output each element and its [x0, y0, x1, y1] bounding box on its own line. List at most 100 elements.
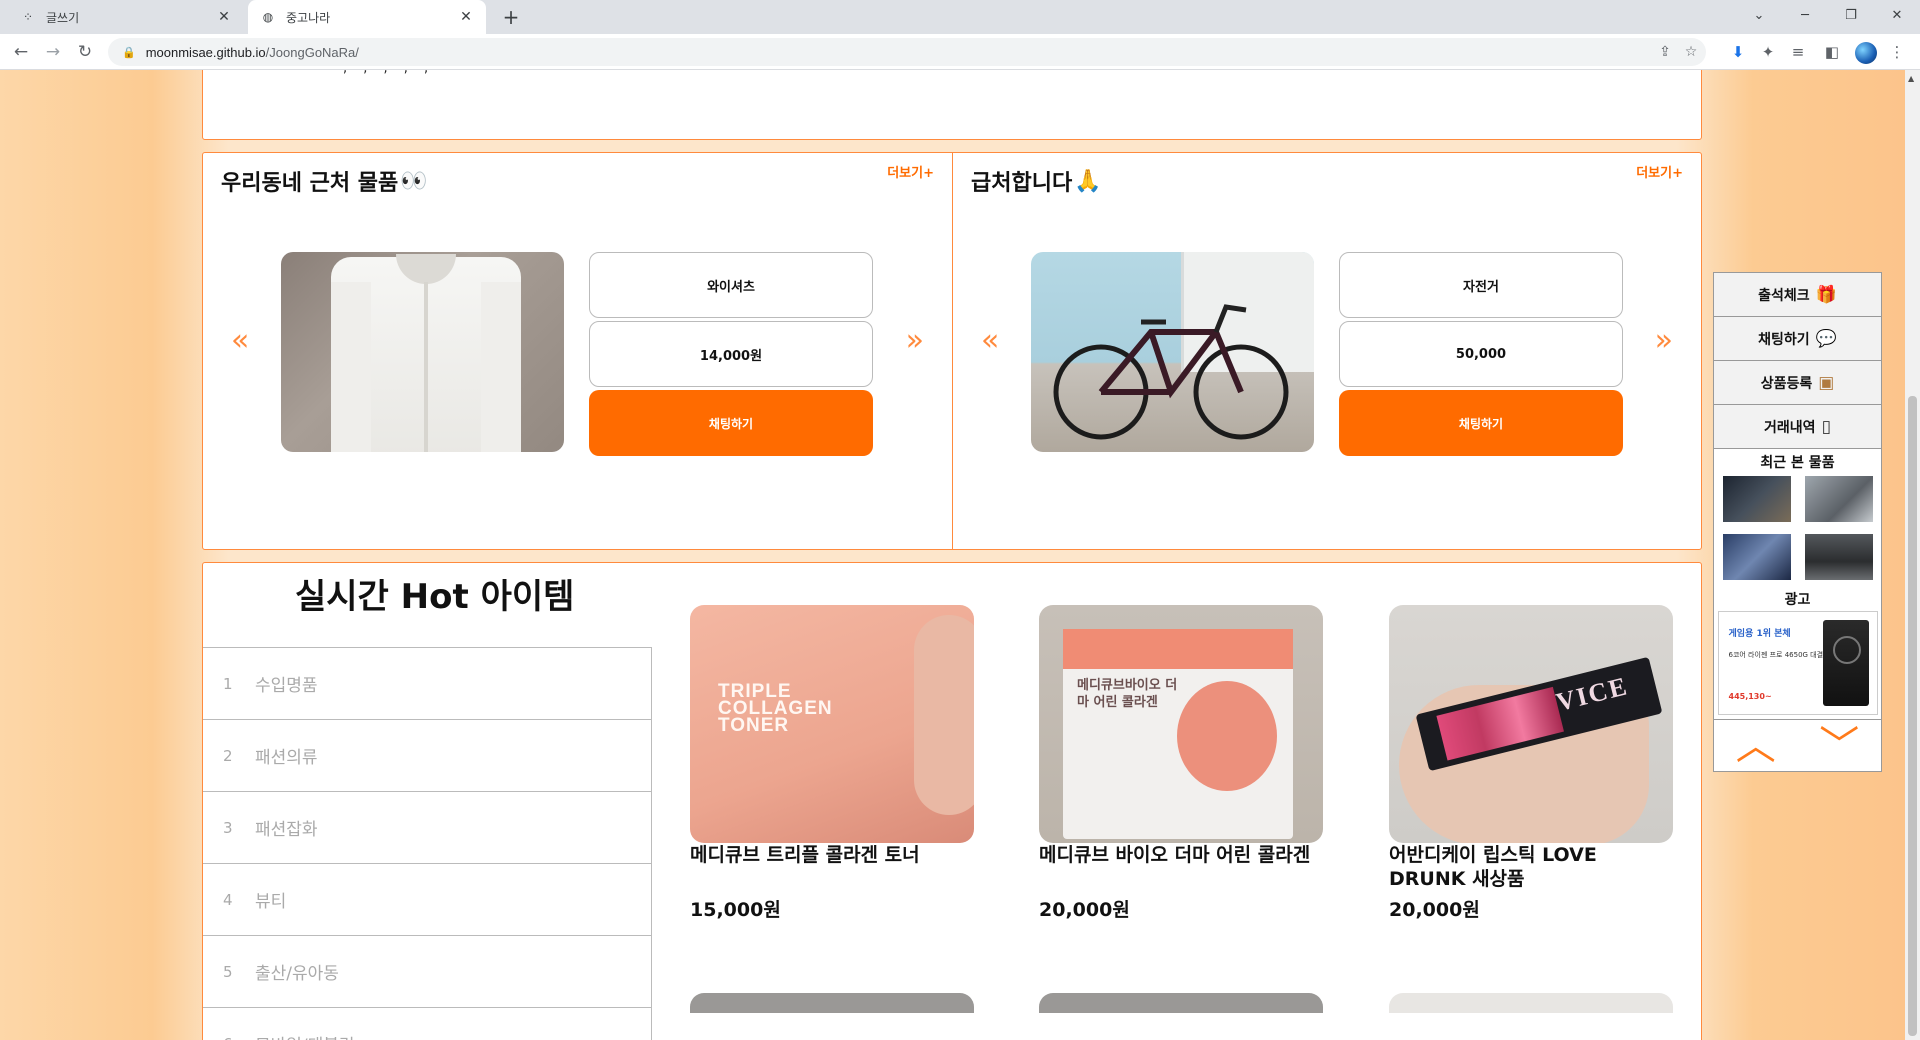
hot-items-panel: 실시간 Hot 아이템 1 수입명품 2 패션의류 3 패션잡화 4 뷰티 5 출산/유아… — [202, 562, 1702, 1040]
product-price: 20,000원 — [1389, 899, 1480, 921]
item-price-box: 14,000원 — [589, 321, 873, 387]
attendance-label: 출석체크 — [1758, 287, 1810, 304]
product-image[interactable]: VICE — [1389, 605, 1673, 843]
category-number: 6 — [223, 1035, 255, 1040]
category-label: 패션잡화 — [255, 820, 318, 840]
slider-heading: 우리동네 근처 물품 👀 — [221, 165, 428, 197]
category-number: 5 — [223, 962, 233, 981]
register-product-button[interactable]: 상품등록 ▣ — [1714, 361, 1881, 405]
new-tab-button[interactable]: + — [498, 5, 524, 29]
close-icon[interactable]: ✕ — [458, 9, 474, 25]
hot-product-card[interactable]: VICE 어반디케이 립스틱 LOVE DRUNK 새상품 20,000원 — [1389, 605, 1673, 922]
chat-button[interactable]: 채팅하기 — [1339, 390, 1623, 456]
tab-title: 중고나라 — [286, 10, 331, 25]
hot-product-card[interactable]: 메디큐브바이오 더마 어린 콜라겐 메디큐브 바이오 더마 어린 콜라겐 20,… — [1039, 605, 1323, 922]
ad-subtext: 6코어 라이젠 프로 4650G 대결 — [1728, 651, 1824, 659]
share-icon[interactable]: ⇪ — [1654, 40, 1676, 64]
bookmark-star-icon[interactable]: ☆ — [1680, 40, 1702, 64]
extensions-icon[interactable]: ✦ — [1755, 39, 1781, 65]
ad-banner[interactable]: 게임용 1위 본체 6코어 라이젠 프로 4650G 대결 445,130~ — [1717, 611, 1878, 715]
recent-item-thumb[interactable] — [1722, 476, 1791, 522]
receipt-icon: ▯ — [1821, 416, 1831, 437]
category-item[interactable]: 1 수입명품 — [203, 647, 652, 720]
category-item[interactable]: 5 출산/유아동 — [203, 935, 652, 1008]
slider-heading: 급처합니다 🙏 — [971, 165, 1102, 197]
lock-icon[interactable]: 🔒 — [122, 46, 136, 59]
top-panel: , , , , , — [202, 70, 1702, 140]
cutoff-text: , , , , , — [343, 70, 434, 76]
product-image-text: VICE — [1553, 671, 1632, 717]
recent-items-label: 최근 본 물품 — [1760, 455, 1835, 471]
category-item[interactable]: 6모바일/태블릿 — [203, 1007, 652, 1040]
recent-item-thumb[interactable] — [1722, 534, 1791, 580]
product-photo[interactable] — [1031, 252, 1314, 452]
product-image[interactable]: TRIPLE COLLAGEN TONER — [690, 605, 974, 843]
scroll-up-arrow-icon[interactable]: ▲ — [1908, 74, 1914, 83]
more-link[interactable]: 더보기+ — [887, 162, 934, 181]
prev-arrow-icon[interactable]: « — [231, 323, 249, 358]
recent-item-thumb[interactable] — [1804, 476, 1873, 522]
category-number: 1 — [223, 674, 233, 693]
nearby-items-slider: 우리동네 근처 물품 👀 더보기+ « 와이셔츠 14,000원 채팅하기 » — [203, 153, 952, 549]
category-item[interactable]: 4 뷰티 — [203, 863, 652, 936]
pc-case-icon — [1822, 620, 1869, 706]
ad-headline: 게임용 1위 본체 — [1728, 629, 1791, 639]
back-icon[interactable]: ← — [8, 39, 34, 65]
product-photo[interactable] — [281, 252, 564, 452]
category-number: 3 — [223, 818, 233, 837]
chat-button[interactable]: 채팅하기 — [589, 390, 873, 456]
page-scrollbar[interactable]: ▲ — [1905, 70, 1920, 1040]
download-icon[interactable]: ⬇ — [1725, 39, 1751, 65]
category-item[interactable]: 3 패션잡화 — [203, 791, 652, 864]
address-bar[interactable]: 🔒 moonmisae.github.io/JoongGoNaRa/ ⇪ ☆ — [108, 38, 1706, 66]
menu-icon[interactable]: ⋮ — [1884, 39, 1910, 65]
scroll-down-icon[interactable]: ﹀ — [1819, 726, 1859, 766]
item-price-box: 50,000 — [1339, 321, 1623, 387]
scrollbar-thumb[interactable] — [1908, 396, 1917, 1036]
product-sliders: 우리동네 근처 물품 👀 더보기+ « 와이셔츠 14,000원 채팅하기 » … — [202, 152, 1702, 550]
close-window-button[interactable]: ✕ — [1874, 0, 1920, 30]
prev-arrow-icon[interactable]: « — [981, 323, 999, 358]
transactions-button[interactable]: 거래내역 ▯ — [1714, 405, 1881, 449]
product-price: 15,000원 — [690, 899, 781, 921]
next-arrow-icon[interactable]: » — [1655, 323, 1673, 358]
category-label: 패션의류 — [255, 748, 318, 768]
browser-toolbar: ← → ↻ 🔒 moonmisae.github.io/JoongGoNaRa/… — [0, 34, 1920, 70]
minimize-button[interactable]: ─ — [1782, 0, 1828, 30]
category-list: 1 수입명품 2 패션의류 3 패션잡화 4 뷰티 5 출산/유아동 6모바일/태블릿 — [203, 647, 652, 1040]
profile-avatar[interactable] — [1855, 42, 1877, 64]
scroll-up-icon[interactable]: ︿ — [1736, 726, 1776, 766]
more-link[interactable]: 더보기+ — [1636, 162, 1683, 181]
slider-heading-text: 급처합니다 — [971, 171, 1073, 196]
page-viewport: , , , , , 우리동네 근처 물품 👀 더보기+ « 와이셔츠 14,00… — [0, 70, 1905, 1040]
category-number: 4 — [223, 890, 233, 909]
eyes-icon: 👀 — [400, 168, 428, 194]
product-image[interactable]: 메디큐브바이오 더마 어린 콜라겐 — [1039, 605, 1323, 843]
ad-price: 445,130~ — [1728, 692, 1772, 701]
chat-menu-label: 채팅하기 — [1758, 331, 1810, 348]
tab-write[interactable]: ⁘ 글쓰기 ✕ — [8, 0, 244, 34]
next-arrow-icon[interactable]: » — [906, 323, 924, 358]
tab-joonggonara[interactable]: ◍ 중고나라 ✕ — [248, 0, 486, 34]
hot-product-card[interactable]: TRIPLE COLLAGEN TONER 메디큐브 트리플 콜라겐 토너 15… — [690, 605, 974, 922]
restore-button[interactable]: ❐ — [1828, 0, 1874, 30]
side-panel-icon[interactable]: ◧ — [1819, 39, 1845, 65]
forward-icon[interactable]: → — [40, 39, 66, 65]
slider-heading-text: 우리동네 근처 물품 — [221, 171, 399, 196]
tab-search-icon[interactable]: ⌄ — [1736, 0, 1782, 30]
recent-item-thumb[interactable] — [1804, 534, 1873, 580]
ad-label: 광고 — [1784, 592, 1811, 608]
pray-icon: 🙏 — [1074, 168, 1102, 194]
reload-icon[interactable]: ↻ — [72, 39, 98, 65]
product-name[interactable]: 메디큐브 바이오 더마 어린 콜라겐 — [1039, 843, 1323, 893]
reading-list-icon[interactable]: ≡ — [1785, 39, 1811, 65]
product-name[interactable]: 어반디케이 립스틱 LOVE DRUNK 새상품 — [1389, 843, 1673, 893]
chat-menu-button[interactable]: 채팅하기 💬 — [1714, 317, 1881, 361]
category-label: 수입명품 — [255, 676, 318, 696]
category-item[interactable]: 2 패션의류 — [203, 719, 652, 792]
attendance-button[interactable]: 출석체크 🎁 — [1714, 273, 1881, 317]
product-image-text: TRIPLE COLLAGEN TONER — [718, 681, 833, 736]
product-name[interactable]: 메디큐브 트리플 콜라겐 토너 — [690, 843, 974, 893]
urgent-items-slider: 급처합니다 🙏 더보기+ « 자전거 50,000 채팅하기 » — [952, 153, 1701, 549]
close-icon[interactable]: ✕ — [216, 9, 232, 25]
